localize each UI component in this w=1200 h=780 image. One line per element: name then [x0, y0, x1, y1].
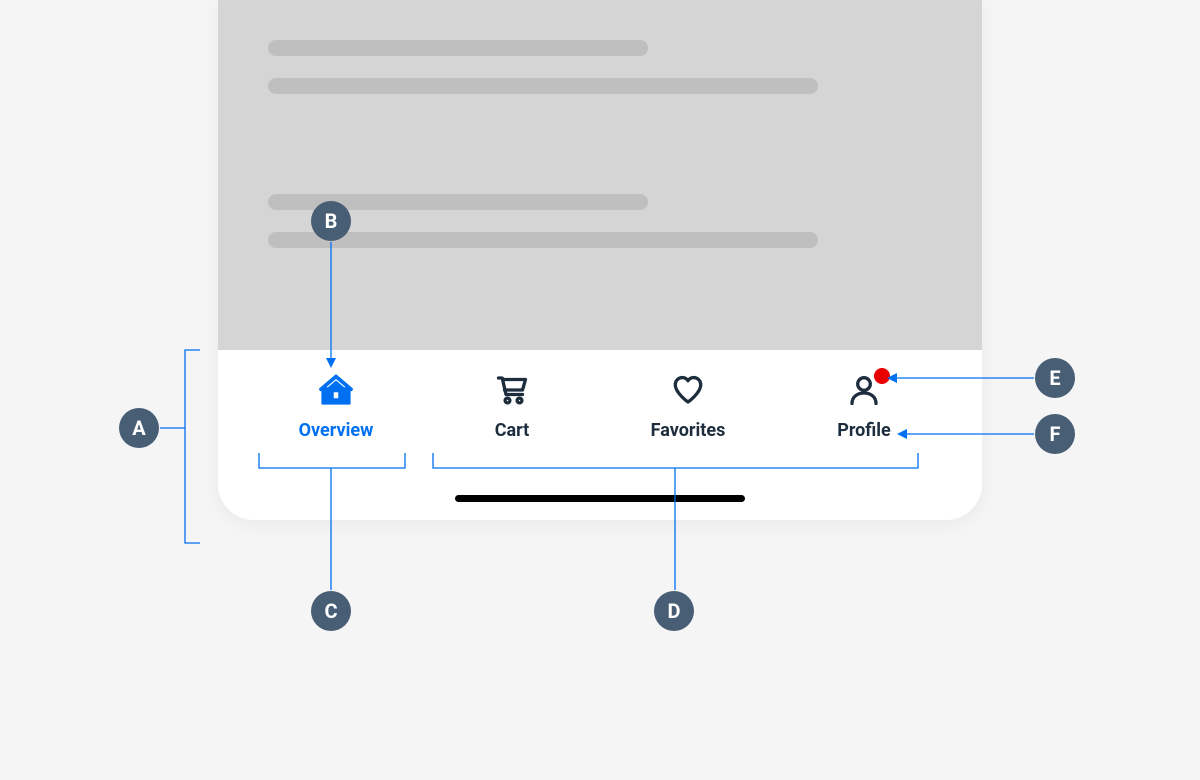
home-indicator	[455, 495, 745, 502]
annotation-D: D	[654, 591, 694, 631]
tab-profile[interactable]: Profile	[789, 370, 939, 441]
content-placeholder	[218, 0, 982, 350]
tab-label: Cart	[495, 420, 530, 441]
tab-label: Favorites	[651, 420, 726, 441]
annotation-F: F	[1035, 414, 1075, 454]
heart-icon	[668, 370, 708, 410]
device-frame: Overview Cart	[218, 0, 982, 520]
skeleton-line	[268, 232, 818, 248]
annotation-C: C	[311, 591, 351, 631]
tab-cart[interactable]: Cart	[437, 370, 587, 441]
tab-label: Profile	[837, 420, 891, 441]
tab-overview[interactable]: Overview	[261, 370, 411, 441]
home-icon	[316, 370, 356, 410]
annotation-B: B	[311, 201, 351, 241]
annotation-A: A	[119, 408, 159, 448]
skeleton-line	[268, 40, 648, 56]
notification-badge	[874, 368, 890, 384]
tab-bar: Overview Cart	[218, 350, 982, 520]
skeleton-line	[268, 78, 818, 94]
cart-icon	[492, 370, 532, 410]
tab-label: Overview	[299, 420, 374, 441]
user-icon	[844, 370, 884, 410]
tab-favorites[interactable]: Favorites	[613, 370, 763, 441]
annotation-E: E	[1035, 358, 1075, 398]
